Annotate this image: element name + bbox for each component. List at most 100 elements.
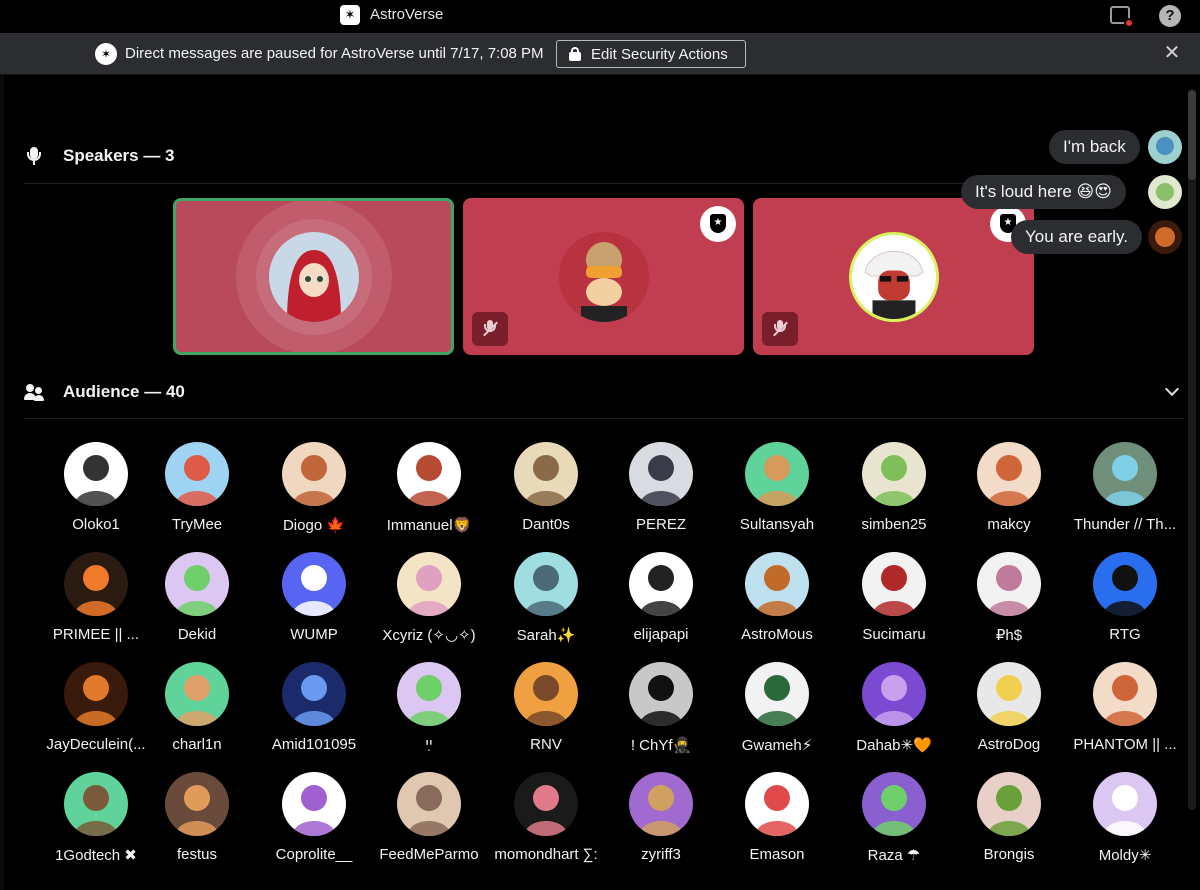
help-icon[interactable]: ? [1159, 5, 1181, 27]
scrollbar[interactable] [1188, 90, 1196, 810]
avatar [64, 772, 128, 836]
avatar [862, 552, 926, 616]
audience-member[interactable]: elijapapi [602, 552, 720, 652]
security-banner: ✶ Direct messages are paused for AstroVe… [0, 33, 1200, 75]
avatar [1093, 552, 1157, 616]
avatar [514, 662, 578, 726]
audience-member-name: RNV [530, 736, 562, 753]
scrollbar-thumb[interactable] [1188, 90, 1196, 180]
avatar [165, 552, 229, 616]
audience-member[interactable]: Amid101095 [255, 662, 373, 762]
speaker-card[interactable]: ★ [463, 198, 744, 355]
chevron-down-icon[interactable] [1165, 384, 1179, 398]
audience-member-name: RTG [1109, 626, 1141, 643]
speakers-title: Speakers — 3 [63, 146, 175, 165]
audience-member[interactable]: RNV [487, 662, 605, 762]
audience-member-name: Immanuel🦁 [386, 517, 472, 534]
avatar [282, 662, 346, 726]
avatar [282, 442, 346, 506]
audience-member-name: Coprolite__ [275, 846, 353, 863]
edit-security-actions-button[interactable]: Edit Security Actions [556, 40, 746, 68]
muted-microphone-icon [472, 312, 508, 346]
avatar [282, 772, 346, 836]
audience-member-name: festus [176, 846, 218, 863]
audience-member-name: Xcyriz (✧◡✧) [382, 627, 476, 644]
avatar [1093, 442, 1157, 506]
audience-member[interactable]: Dekid [138, 552, 256, 652]
avatar [862, 442, 926, 506]
audience-member[interactable]: AstroMous [718, 552, 836, 652]
audience-member[interactable]: Xcyriz (✧◡✧) [370, 552, 488, 652]
audience-member[interactable]: Thunder // Th... [1066, 442, 1184, 542]
audience-member[interactable]: momondhart ∑: [487, 772, 605, 872]
close-icon[interactable]: ✕ [1162, 43, 1182, 63]
audience-member[interactable]: Sarah✨ [487, 552, 605, 652]
audience-member-name: Dant0s [522, 516, 570, 533]
audience-member[interactable]: ₽h$ [950, 552, 1068, 652]
audience-member[interactable]: Dant0s [487, 442, 605, 542]
audience-member[interactable]: Gwameh⚡ [718, 662, 836, 762]
audience-member-name: AstroDog [977, 736, 1041, 753]
audience-member-name: PEREZ [635, 516, 686, 533]
avatar [629, 772, 693, 836]
avatar [514, 552, 578, 616]
audience-member[interactable]: festus [138, 772, 256, 872]
audience-member-name: Sarah✨ [516, 627, 576, 644]
audience-member[interactable]: Coprolite__ [255, 772, 373, 872]
audience-member[interactable]: TryMee [138, 442, 256, 542]
audience-member[interactable]: PHANTOM || ... [1066, 662, 1184, 762]
audience-member-name: ! ChYf🥷 [630, 737, 692, 754]
screen-share-icon[interactable] [1110, 6, 1134, 28]
audience-member[interactable]: Diogo 🍁 [255, 442, 373, 542]
audience-member[interactable]: Raza ☂ [835, 772, 953, 872]
audience-member-name: AstroMous [741, 626, 813, 643]
speaker-card[interactable]: ★ [753, 198, 1034, 355]
avatar [397, 442, 461, 506]
audience-member[interactable]: makcy [950, 442, 1068, 542]
speaker-card[interactable] [173, 198, 454, 355]
avatar [514, 442, 578, 506]
avatar [862, 772, 926, 836]
audience-member-name: charl1n [172, 736, 222, 753]
audience-member[interactable]: FeedMeParmo [370, 772, 488, 872]
avatar [165, 662, 229, 726]
audience-member-name: makcy [987, 516, 1031, 533]
astroverse-logo-icon: ✶ [340, 5, 360, 25]
audience-member[interactable]: ײַ [370, 662, 488, 762]
audience-member-name: Thunder // Th... [1073, 516, 1177, 533]
avatar [165, 442, 229, 506]
audience-member[interactable]: zyriff3 [602, 772, 720, 872]
audience-header[interactable]: Audience — 40 [0, 372, 1200, 412]
audience-member[interactable]: charl1n [138, 662, 256, 762]
audience-member[interactable]: Dahab✳🧡 [835, 662, 953, 762]
audience-member[interactable]: PEREZ [602, 442, 720, 542]
audience-member-name: Gwameh⚡ [741, 737, 813, 754]
audience-member[interactable]: ! ChYf🥷 [602, 662, 720, 762]
avatar [977, 662, 1041, 726]
audience-member[interactable]: Emason [718, 772, 836, 872]
avatar [282, 552, 346, 616]
audience-member[interactable]: Sultansyah [718, 442, 836, 542]
audience-member-name: FeedMeParmo [379, 846, 479, 863]
avatar [629, 552, 693, 616]
lock-icon [569, 47, 581, 61]
avatar [745, 662, 809, 726]
audience-member[interactable]: simben25 [835, 442, 953, 542]
audience-member[interactable]: AstroDog [950, 662, 1068, 762]
audience-member[interactable]: RTG [1066, 552, 1184, 652]
audience-member[interactable]: Brongis [950, 772, 1068, 872]
audience-member[interactable]: WUMP [255, 552, 373, 652]
audience-member[interactable]: Immanuel🦁 [370, 442, 488, 542]
avatar [165, 772, 229, 836]
audience-member[interactable]: Moldy✳ [1066, 772, 1184, 872]
avatar [64, 552, 128, 616]
avatar [64, 442, 128, 506]
left-rail [0, 75, 4, 890]
audience-member-name: Emason [749, 846, 805, 863]
audience-member-name: Amid101095 [271, 736, 357, 753]
avatar [745, 442, 809, 506]
audience-member[interactable]: Sucimaru [835, 552, 953, 652]
avatar [1148, 175, 1182, 209]
avatar [268, 231, 359, 322]
audience-member-name: simben25 [861, 516, 927, 533]
